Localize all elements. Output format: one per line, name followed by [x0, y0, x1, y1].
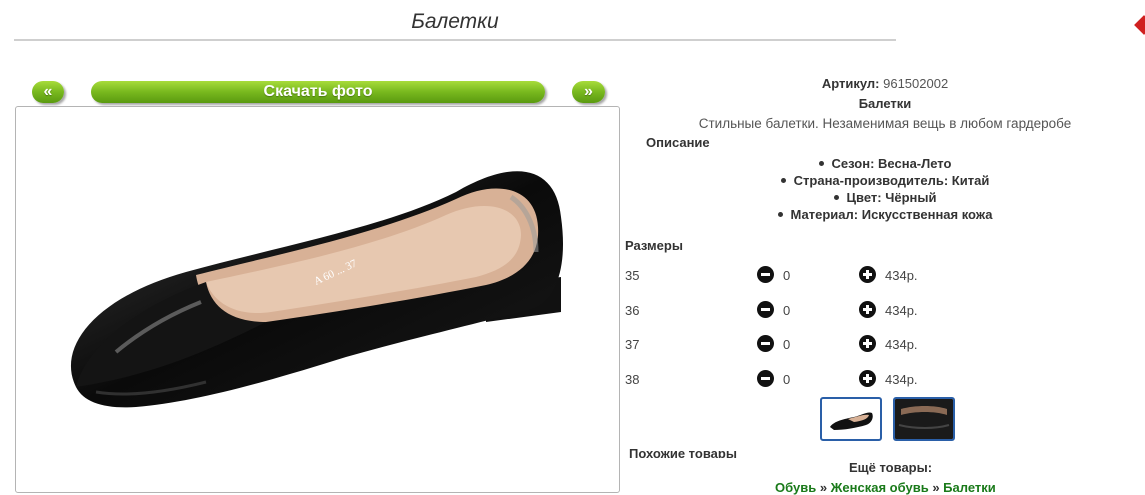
- size-row: 35 0 434р.: [625, 266, 1145, 286]
- quantity-value: 0: [783, 268, 791, 283]
- price-value: 434р.: [885, 303, 918, 318]
- price-value: 434р.: [885, 268, 918, 283]
- bullet-icon: [833, 195, 839, 201]
- shoe-thumbnail-icon: [830, 412, 873, 430]
- product-name: Балетки: [858, 96, 912, 111]
- feature-item: Страна-производитель: Китай: [625, 173, 1145, 188]
- quantity-value: 0: [783, 372, 791, 387]
- quantity-value: 0: [783, 337, 791, 352]
- prev-photo-button[interactable]: «: [32, 81, 64, 103]
- next-photo-button[interactable]: »: [572, 81, 605, 103]
- plus-icon[interactable]: [859, 370, 876, 387]
- size-row: 36 0 434р.: [625, 301, 1145, 321]
- breadcrumb-link-footwear[interactable]: Обувь: [775, 480, 816, 495]
- size-row: 38 0 434р.: [625, 370, 1145, 390]
- article-line: Артикул: 961502002: [625, 76, 1145, 91]
- description-heading: Описание: [646, 135, 710, 150]
- download-photo-button[interactable]: Скачать фото: [91, 81, 545, 103]
- bullet-icon: [818, 161, 824, 167]
- price-value: 434р.: [885, 337, 918, 352]
- size-value: 36: [625, 303, 640, 318]
- shoe-image: A 60 ... 37: [70, 171, 564, 408]
- plus-icon[interactable]: [859, 335, 876, 352]
- breadcrumb-link-womens-footwear[interactable]: Женская обувь: [831, 480, 929, 495]
- size-value: 38: [625, 372, 640, 387]
- bullet-icon: [777, 212, 783, 218]
- plus-icon[interactable]: [859, 301, 876, 318]
- thumbnail-side-view[interactable]: [820, 397, 882, 441]
- more-products-heading: Ещё товары:: [849, 460, 933, 475]
- breadcrumb-link-ballet-flats[interactable]: Балетки: [943, 480, 996, 495]
- minus-icon[interactable]: [757, 266, 774, 283]
- thumbnail-top-view[interactable]: [893, 397, 955, 441]
- bullet-icon: [780, 178, 786, 184]
- breadcrumb-separator: »: [932, 480, 940, 495]
- quantity-value: 0: [783, 303, 791, 318]
- size-row: 37 0 434р.: [625, 335, 1145, 355]
- feature-item: Материал: Искусственная кожа: [625, 207, 1145, 222]
- title-divider: [14, 39, 896, 41]
- product-description: Стильные балетки. Незаменимая вещь в люб…: [698, 116, 1072, 131]
- size-value: 35: [625, 268, 640, 283]
- shoe-thumbnail-icon: [895, 399, 953, 439]
- price-value: 434р.: [885, 372, 918, 387]
- breadcrumb-separator: »: [819, 480, 828, 495]
- plus-icon[interactable]: [859, 266, 876, 283]
- minus-icon[interactable]: [757, 335, 774, 352]
- page-title: Балетки: [411, 10, 499, 33]
- minus-icon[interactable]: [757, 301, 774, 318]
- minus-icon[interactable]: [757, 370, 774, 387]
- corner-badge-icon: [1134, 15, 1145, 35]
- product-photo: A 60 ... 37: [15, 106, 620, 493]
- article-label: Артикул:: [821, 76, 880, 91]
- similar-products-heading: Похожие товары: [629, 446, 737, 458]
- feature-item: Цвет: Чёрный: [625, 190, 1145, 205]
- size-value: 37: [625, 337, 640, 352]
- feature-item: Сезон: Весна-Лето: [625, 156, 1145, 171]
- article-value: 961502002: [883, 76, 949, 91]
- sizes-heading: Размеры: [625, 238, 683, 253]
- breadcrumb: Обувь » Женская обувь » Балетки: [775, 480, 996, 495]
